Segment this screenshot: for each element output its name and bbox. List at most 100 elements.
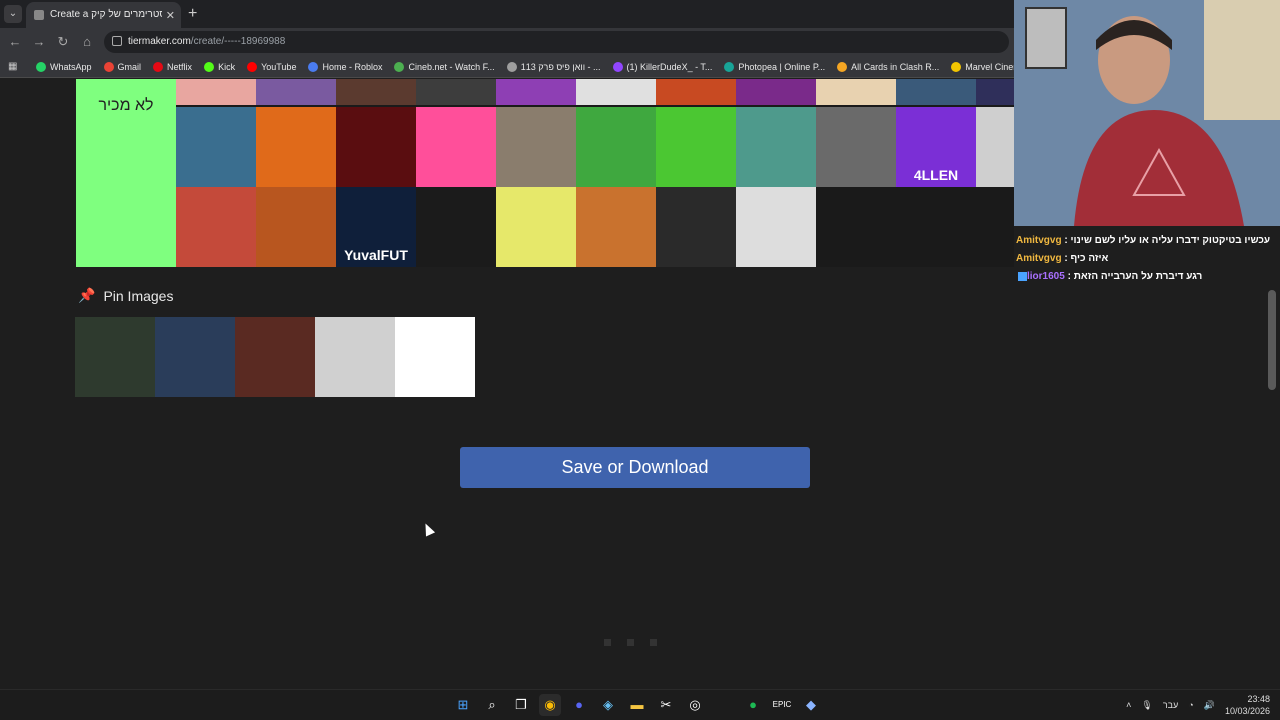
bookmark-label: Home - Roblox [322, 62, 383, 72]
bookmark-label: Photopea | Online P... [738, 62, 826, 72]
bookmark-favicon-icon [204, 62, 215, 72]
tier-item-text: 4LLEN [913, 167, 959, 183]
tier-item[interactable]: YuvalFUT [336, 187, 416, 267]
tier-item-partial[interactable] [576, 79, 656, 105]
bookmark-item[interactable]: Marvel Cinematic U... [951, 56, 1014, 77]
forward-icon[interactable]: → [30, 33, 48, 51]
tier-item[interactable] [416, 187, 496, 267]
bookmark-favicon-icon [724, 62, 735, 72]
tier-item-partial[interactable] [336, 79, 416, 105]
blank-app-icon[interactable] [713, 694, 735, 716]
home-icon[interactable]: ⌂ [78, 33, 96, 51]
start-menu-icon[interactable]: ⊞ [452, 694, 474, 716]
tier-row[interactable]: 4LLEN YuvalFUT [176, 79, 1014, 267]
tier-item-partial[interactable] [656, 79, 736, 105]
reload-icon[interactable]: ↻ [54, 33, 72, 51]
url-host: tiermaker.com [128, 36, 191, 47]
bookmark-item[interactable]: (1) KillerDudeX_ - T... [612, 56, 719, 77]
bookmark-item[interactable]: Kick [204, 56, 241, 77]
active-tab[interactable]: Create a רירוג סטרימרים של קיק ✕ [26, 2, 181, 28]
pin-image-3[interactable] [235, 317, 315, 397]
tier-item[interactable] [416, 107, 496, 187]
tier-item[interactable] [256, 187, 336, 267]
bookmark-item[interactable]: Photopea | Online P... [724, 56, 831, 77]
tier-item[interactable] [256, 107, 336, 187]
epic-games-icon[interactable]: EPIC [771, 694, 793, 716]
pin-image-2[interactable] [155, 317, 235, 397]
pin-image-5[interactable] [395, 317, 475, 397]
tier-label-text: לא מכיר [98, 97, 154, 114]
address-bar[interactable]: tiermaker.com/create/-----18969988 [104, 31, 1009, 53]
bookmark-item[interactable]: Cineb.net - Watch F... [394, 56, 500, 77]
bookmark-item[interactable]: Gmail [103, 56, 148, 77]
tier-item[interactable] [976, 107, 1014, 187]
tier-item[interactable] [496, 187, 576, 267]
tier-item[interactable] [576, 107, 656, 187]
tab-close-icon[interactable]: ✕ [166, 9, 175, 22]
tier-label[interactable]: לא מכיר [76, 79, 176, 267]
bookmark-favicon-icon [612, 62, 623, 72]
pin-image-1[interactable] [75, 317, 155, 397]
microphone-icon[interactable]: 🎙 [1141, 700, 1152, 711]
site-info-icon[interactable] [112, 36, 122, 46]
stream-chat: עכשיו בטיקטוק ידברו עליה או עליו לשם שינ… [1016, 232, 1278, 286]
tier-item[interactable] [576, 187, 656, 267]
back-icon[interactable]: ← [6, 33, 24, 51]
capcut-icon[interactable]: ✂ [655, 694, 677, 716]
steam-icon[interactable]: ◈ [597, 694, 619, 716]
bookmark-item[interactable]: Home - Roblox [308, 56, 388, 77]
page-scrollbar[interactable] [1268, 290, 1276, 390]
save-or-download-button[interactable]: Save or Download [460, 447, 810, 488]
pin-images-title: Pin Images [103, 287, 174, 304]
chat-message-text: איזה כיף [1070, 253, 1109, 264]
tier-item-partial[interactable] [736, 79, 816, 105]
tier-item[interactable] [656, 187, 736, 267]
search-icon[interactable]: ⌕ [481, 694, 503, 716]
bookmark-item[interactable]: WhatsApp [36, 56, 98, 77]
clock-time: 23:48 [1247, 694, 1270, 704]
bookmark-label: WhatsApp [50, 62, 92, 72]
bookmark-item[interactable]: All Cards in Clash R... [837, 56, 945, 77]
tier-item-partial[interactable] [416, 79, 496, 105]
bookmark-item[interactable]: וואן פיס פרק 113 - ... [506, 56, 607, 77]
browser-tabstrip: ⌄ Create a רירוג סטרימרים של קיק ✕ + [0, 0, 1014, 28]
tab-search-icon[interactable]: ⌄ [4, 5, 22, 23]
tier-item[interactable] [336, 107, 416, 187]
tier-item[interactable] [736, 187, 816, 267]
tier-item-partial[interactable] [176, 79, 256, 105]
tier-item-partial[interactable] [976, 79, 1014, 105]
obs-icon[interactable]: ◎ [684, 694, 706, 716]
bookmark-favicon-icon [153, 62, 164, 72]
tier-item[interactable] [496, 107, 576, 187]
tray-chevron-icon[interactable]: ˄ [1126, 700, 1131, 710]
spotify-icon[interactable]: ● [742, 694, 764, 716]
pin-image-4[interactable] [315, 317, 395, 397]
tier-item[interactable] [176, 107, 256, 187]
clock[interactable]: 23:48 10/03/2026 [1225, 693, 1270, 717]
language-indicator[interactable]: עבר [1163, 700, 1178, 710]
app-diamond-icon[interactable]: ◆ [800, 694, 822, 716]
volume-icon[interactable]: 🔊 [1204, 700, 1215, 711]
tier-item[interactable] [656, 107, 736, 187]
tier-item-partial[interactable] [496, 79, 576, 105]
tier-item-partial[interactable] [256, 79, 336, 105]
wifi-icon[interactable]: ◔ [1188, 700, 1193, 710]
task-view-icon[interactable]: ❐ [510, 694, 532, 716]
bookmark-item[interactable]: YouTube [247, 56, 302, 77]
tier-item[interactable] [816, 107, 896, 187]
apps-grid-icon[interactable]: ▦ [8, 61, 20, 73]
tier-item-partial[interactable] [816, 79, 896, 105]
discord-icon[interactable]: ● [568, 694, 590, 716]
bookmark-label: (1) KillerDudeX_ - T... [626, 62, 713, 72]
tier-item[interactable]: 4LLEN [896, 107, 976, 187]
chrome-icon[interactable]: ◉ [539, 694, 561, 716]
new-tab-icon[interactable]: + [188, 5, 197, 23]
bookmark-item[interactable]: Netflix [153, 56, 198, 77]
tab-favicon-icon [34, 10, 44, 20]
tier-item[interactable] [176, 187, 256, 267]
tier-item-partial[interactable] [896, 79, 976, 105]
tier-item[interactable] [736, 107, 816, 187]
pin-images-row [75, 317, 475, 397]
bookmark-label: All Cards in Clash R... [851, 62, 940, 72]
file-explorer-icon[interactable]: ▬ [626, 694, 648, 716]
